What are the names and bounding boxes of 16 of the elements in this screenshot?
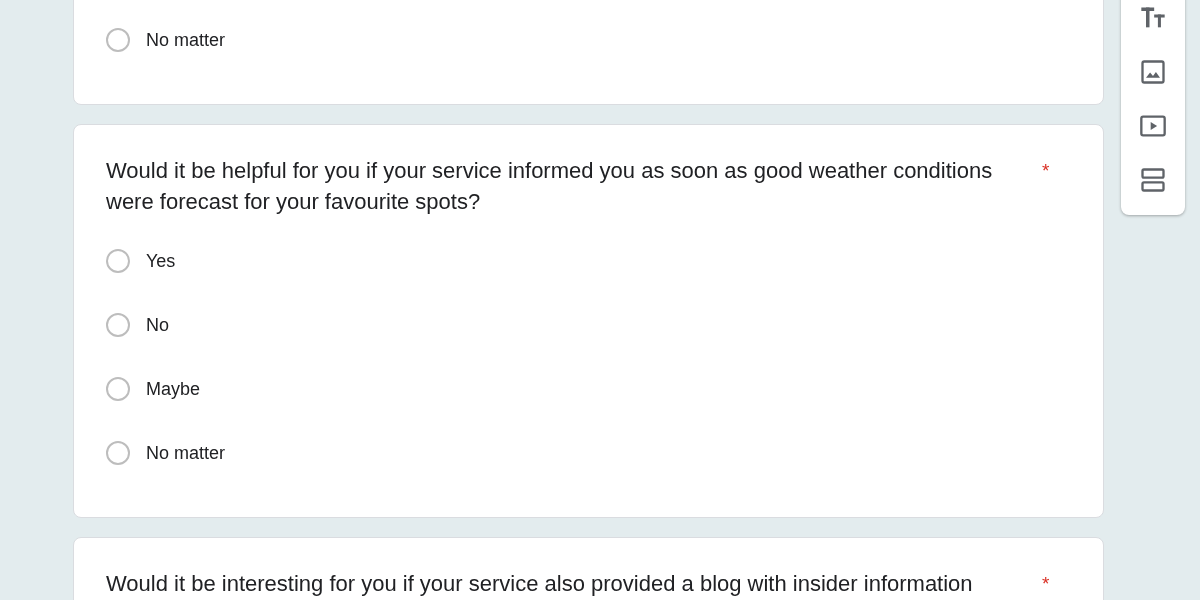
question-text: Would it be helpful for you if your service informed you as soon as good weather conditions were forecast for your favourite spots? <box>106 157 994 216</box>
radio-button[interactable] <box>106 313 130 337</box>
radio-button[interactable] <box>106 249 130 273</box>
option-label[interactable]: No matter <box>146 442 226 464</box>
option-label[interactable]: No <box>146 314 169 336</box>
option-label[interactable]: Yes <box>146 250 176 272</box>
image-icon <box>1139 58 1167 86</box>
option-label[interactable]: No matter <box>146 29 226 51</box>
required-mark: * <box>1042 572 1050 596</box>
radio-button[interactable] <box>106 441 130 465</box>
radio-button[interactable] <box>106 377 130 401</box>
option-label[interactable]: Maybe <box>146 378 201 400</box>
radio-button[interactable] <box>106 28 130 52</box>
question-text: Would it be interesting for you if your service also provided a blog with insider information <box>106 570 974 598</box>
section-icon <box>1139 166 1167 194</box>
required-mark: * <box>1042 159 1050 183</box>
